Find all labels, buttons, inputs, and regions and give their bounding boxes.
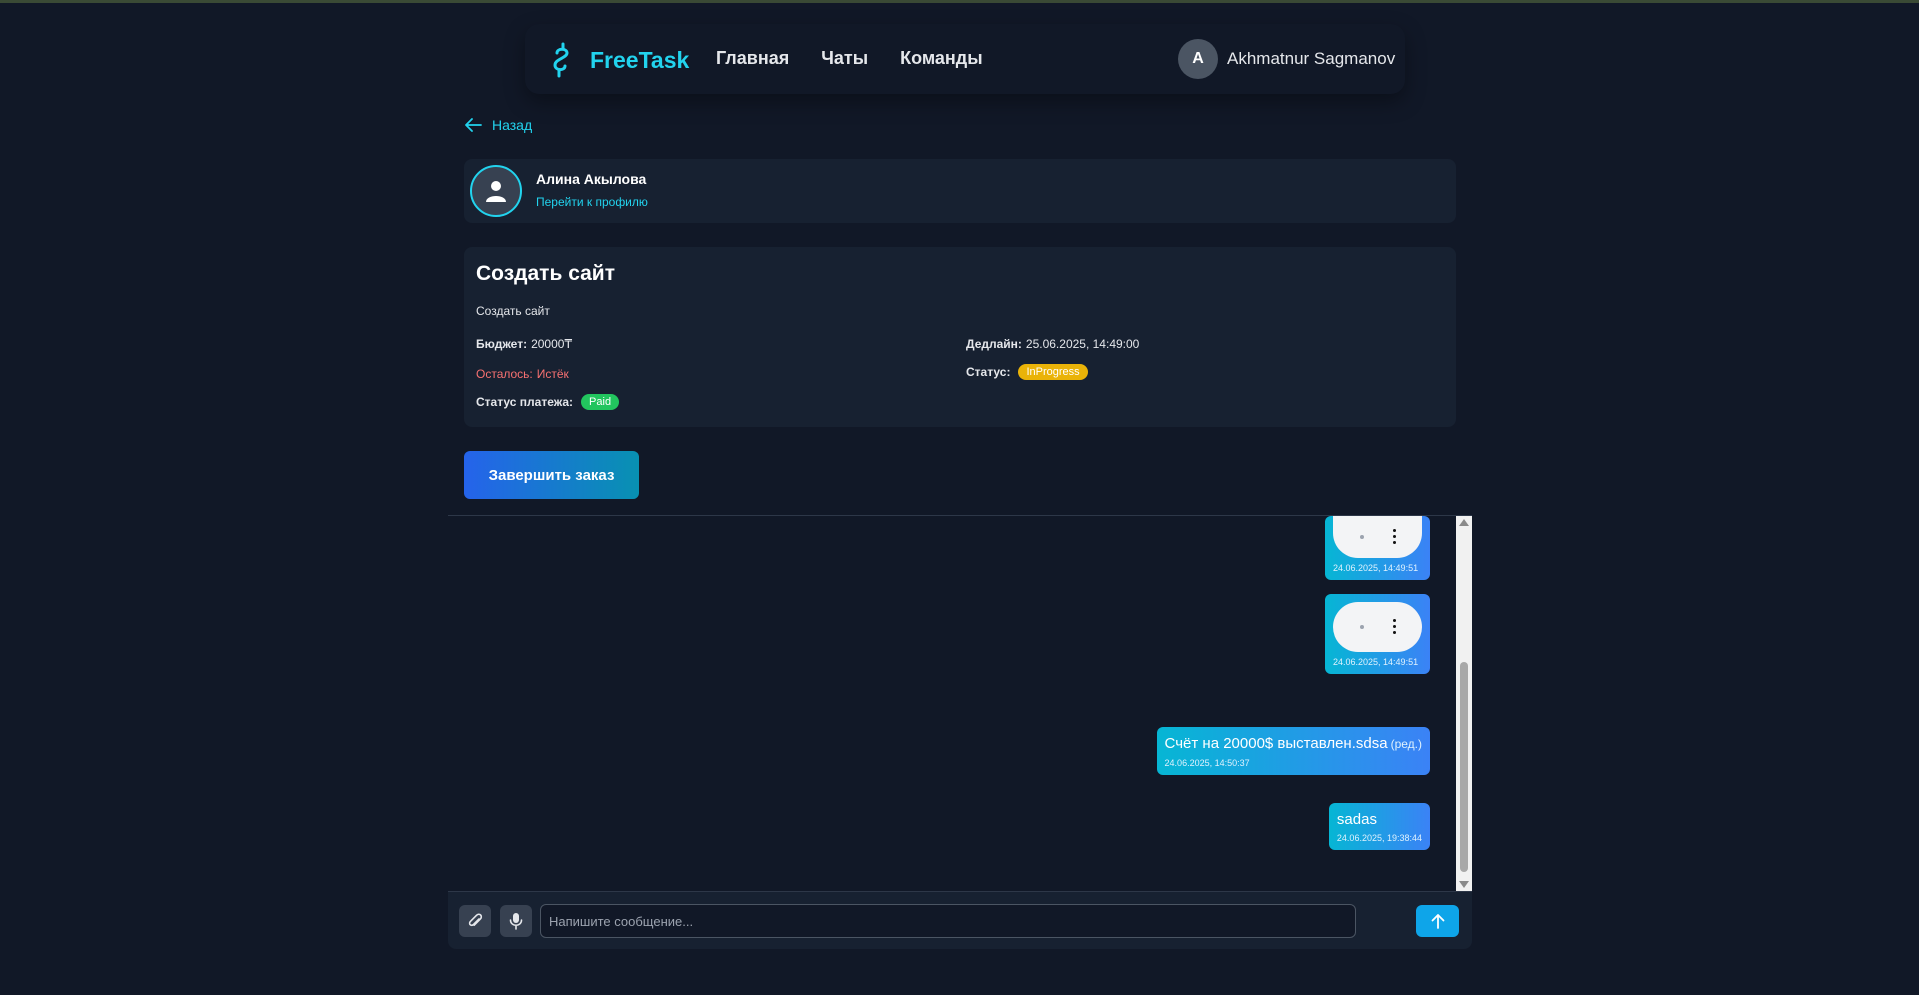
message-audio: 24.06.2025, 14:49:51 <box>1325 594 1430 674</box>
user-icon <box>486 181 506 202</box>
kebab-menu-icon[interactable] <box>1393 529 1397 545</box>
message-time: 24.06.2025, 19:38:44 <box>1336 833 1422 843</box>
message-edited-mark: (ред.) <box>1390 737 1422 751</box>
status-field: Статус: InProgress <box>966 364 1088 380</box>
message-time: 24.06.2025, 14:49:51 <box>1333 563 1419 573</box>
message-body: Счёт на 20000$ выставлен.sdsa <box>1164 735 1388 752</box>
message-text[interactable]: sadas 24.06.2025, 19:38:44 <box>1328 803 1430 850</box>
audio-progress-dot <box>1360 535 1364 539</box>
window-top-border <box>0 0 1919 3</box>
user-avatar: A <box>1178 39 1218 79</box>
budget-value: 20000₸ <box>531 337 573 351</box>
arrow-left-icon <box>465 118 482 132</box>
deadline-label: Дедлайн: <box>966 337 1022 351</box>
profile-link[interactable]: Перейти к профилю <box>536 195 648 209</box>
message-time: 24.06.2025, 14:50:37 <box>1164 758 1250 768</box>
remaining-field: Осталось: Истёк <box>476 367 569 381</box>
deadline-value: 25.06.2025, 14:49:00 <box>1025 337 1140 351</box>
nav-link-chats[interactable]: Чаты <box>821 48 868 69</box>
message-time: 24.06.2025, 14:49:51 <box>1333 657 1419 667</box>
payment-status-label: Статус платежа: <box>476 395 574 409</box>
budget-label: Бюджет: <box>476 337 528 351</box>
nav-link-home[interactable]: Главная <box>716 48 789 69</box>
attach-button[interactable] <box>459 905 491 937</box>
paperclip-icon <box>468 913 483 927</box>
budget-field: Бюджет: 20000₸ <box>476 337 572 351</box>
audio-progress-dot <box>1360 625 1364 629</box>
audio-player[interactable] <box>1333 516 1422 558</box>
navbar: FreeTask Главная Чаты Команды A Akhmatnu… <box>525 24 1405 94</box>
kebab-menu-icon[interactable] <box>1393 619 1397 635</box>
audio-player[interactable] <box>1333 602 1422 652</box>
dollar-snake-icon <box>553 42 569 78</box>
record-voice-button[interactable] <box>500 905 532 937</box>
brand-name: FreeTask <box>590 46 690 73</box>
order-description: Создать сайт <box>476 304 550 318</box>
order-title: Создать сайт <box>476 262 616 285</box>
nav-link-teams[interactable]: Команды <box>900 48 983 69</box>
deadline-field: Дедлайн: 25.06.2025, 14:49:00 <box>966 337 1139 351</box>
status-label: Статус: <box>966 365 1011 379</box>
nav-links: Главная Чаты Команды <box>716 48 1015 69</box>
profile-avatar <box>470 165 522 217</box>
back-label: Назад <box>492 117 533 133</box>
arrow-up-icon <box>1431 914 1444 929</box>
send-button[interactable] <box>1416 905 1459 937</box>
message-body: sadas <box>1336 811 1377 828</box>
payment-status-badge: Paid <box>581 394 620 410</box>
profile-name: Алина Акылова <box>536 171 647 187</box>
message-composer <box>448 891 1472 949</box>
user-name: Akhmatnur Sagmanov <box>1227 49 1396 68</box>
scroll-up-arrow-icon[interactable] <box>1459 519 1469 526</box>
back-link[interactable]: Назад <box>463 116 532 134</box>
order-details-card: Создать сайт Создать сайт Бюджет: 20000₸… <box>464 247 1456 427</box>
status-badge: InProgress <box>1018 364 1088 380</box>
chat-messages[interactable]: 24.06.2025, 14:49:51 24.06.2025, 14:49:5… <box>448 516 1456 891</box>
message-text[interactable]: Счёт на 20000$ выставлен.sdsa (ред.) 24.0… <box>1156 727 1430 775</box>
message-input[interactable] <box>540 904 1356 938</box>
chat-scrollbar[interactable] <box>1456 516 1472 891</box>
brand[interactable]: FreeTask <box>547 42 689 78</box>
client-profile-card: Алина Акылова Перейти к профилю <box>464 159 1456 223</box>
payment-status-field: Статус платежа: Paid <box>476 394 620 410</box>
message-audio: 24.06.2025, 14:49:51 <box>1325 516 1430 580</box>
scroll-down-arrow-icon[interactable] <box>1459 881 1469 888</box>
microphone-icon <box>509 913 523 930</box>
remaining-label: Осталось: <box>476 367 533 381</box>
scrollbar-thumb[interactable] <box>1460 662 1468 872</box>
remaining-value: Истёк <box>536 367 569 381</box>
user-menu[interactable]: A Akhmatnur Sagmanov <box>1178 39 1395 79</box>
finish-order-button[interactable]: Завершить заказ <box>464 451 639 499</box>
chat-panel: 24.06.2025, 14:49:51 24.06.2025, 14:49:5… <box>448 515 1472 891</box>
